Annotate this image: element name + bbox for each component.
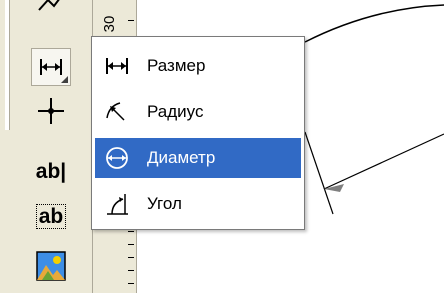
tools-toolbar: ab| ab xyxy=(0,0,92,293)
point-tool-button[interactable] xyxy=(31,92,71,130)
dropdown-indicator-icon xyxy=(61,76,68,83)
ruler-tick xyxy=(128,270,134,271)
line-tool-icon xyxy=(38,0,60,11)
dimension-tool-button[interactable] xyxy=(31,48,71,86)
line-tool-button[interactable] xyxy=(31,0,71,18)
text-box-tool-label: ab xyxy=(35,203,67,229)
ruler-tick xyxy=(128,283,134,284)
ruler-tick xyxy=(128,231,134,232)
ruler-tick xyxy=(128,20,134,21)
text-tool-label: ab| xyxy=(35,159,67,183)
text-tool-button[interactable]: ab| xyxy=(31,152,71,190)
linear-dimension-icon xyxy=(95,46,139,86)
radius-dimension-icon xyxy=(95,92,139,132)
picture-icon xyxy=(36,251,66,281)
toolbar-grip[interactable] xyxy=(5,0,10,130)
ruler-tick xyxy=(128,257,134,258)
menu-item-angle[interactable]: Угол xyxy=(95,184,301,224)
menu-item-label: Диаметр xyxy=(147,148,216,167)
ruler-label: 30 xyxy=(100,15,118,33)
menu-item-label: Угол xyxy=(147,194,182,213)
picture-tool-button[interactable] xyxy=(31,247,71,285)
menu-item-size[interactable]: Размер xyxy=(95,46,301,86)
crosshair-icon xyxy=(38,98,64,124)
menu-item-radius[interactable]: Радиус xyxy=(95,92,301,132)
ruler-tick xyxy=(128,244,134,245)
menu-item-label: Размер xyxy=(147,56,206,75)
angle-dimension-icon xyxy=(95,184,139,224)
menu-item-diameter[interactable]: Диаметр xyxy=(95,138,301,178)
dimension-type-menu: Размер Радиус Диаметр Угол xyxy=(91,36,305,230)
menu-item-label: Радиус xyxy=(147,102,204,121)
diameter-dimension-icon xyxy=(95,138,139,178)
text-box-tool-button[interactable]: ab xyxy=(31,197,71,235)
